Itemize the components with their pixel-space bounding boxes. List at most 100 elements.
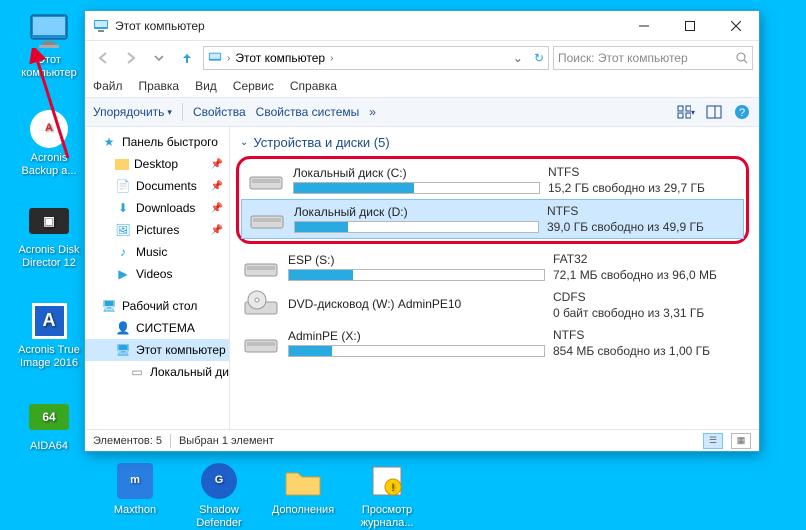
- toolbar: Упорядочить ▾ Свойства Свойства системы …: [85, 97, 759, 127]
- filesystem-label: NTFS: [553, 328, 743, 342]
- document-icon: 📄: [115, 178, 131, 194]
- system-properties-button[interactable]: Свойства системы: [256, 105, 360, 119]
- navigation-pane[interactable]: ★Панель быстрого Desktop📌 📄Documents📌 ⬇D…: [85, 127, 230, 429]
- view-tiles-button[interactable]: ▦: [731, 433, 751, 449]
- usage-bar: [288, 345, 545, 357]
- desktop-icon-acronis-disk[interactable]: ▣ Acronis Disk Director 12: [12, 200, 86, 270]
- filesystem-label: FAT32: [553, 252, 743, 266]
- address-bar: › Этот компьютер › ⌄ ↻ Поиск: Этот компь…: [85, 41, 759, 75]
- icon-label: Acronis True Image 2016: [12, 344, 86, 370]
- chevron-down-icon: ⌄: [240, 137, 248, 148]
- sidebar-music[interactable]: ♪Music: [85, 241, 229, 263]
- nav-forward-button[interactable]: [119, 46, 143, 70]
- acronis-true-icon: A: [28, 300, 70, 342]
- acronis-icon: A: [28, 108, 70, 150]
- drive-label: Локальный диск (C:): [293, 166, 540, 180]
- sidebar-this-pc[interactable]: 🖥Этот компьютер: [85, 339, 229, 361]
- refresh-icon[interactable]: ↻: [534, 51, 544, 65]
- drive-c[interactable]: Локальный диск (C:) NTFS 15,2 ГБ свободн…: [241, 161, 744, 199]
- drive-d[interactable]: Локальный диск (D:) NTFS 39,0 ГБ свободн…: [241, 199, 744, 239]
- computer-icon: [93, 18, 109, 34]
- taskbar-icon-maxthon[interactable]: m Maxthon: [98, 460, 172, 517]
- drive-label: AdminPE (X:): [288, 329, 545, 343]
- breadcrumb-bar[interactable]: › Этот компьютер › ⌄ ↻: [203, 46, 549, 70]
- computer-icon: [208, 51, 222, 65]
- desktop-icon-aida64[interactable]: 64 AIDA64: [12, 396, 86, 453]
- star-icon: ★: [101, 134, 117, 150]
- drive-w[interactable]: DVD-дисковод (W:) AdminPE10 CDFS 0 байт …: [236, 286, 749, 324]
- folder-icon: [115, 159, 129, 170]
- sidebar-downloads[interactable]: ⬇Downloads📌: [85, 197, 229, 219]
- desktop-icon-this-pc[interactable]: Этот компьютер: [12, 10, 86, 80]
- sidebar-videos[interactable]: ▶Videos: [85, 263, 229, 285]
- dropdown-icon[interactable]: ⌄: [513, 51, 523, 65]
- dvd-icon: [242, 290, 280, 320]
- minimize-button[interactable]: [621, 11, 667, 41]
- sidebar-pictures[interactable]: 🖼Pictures📌: [85, 219, 229, 241]
- view-icons-button[interactable]: ▾: [677, 103, 695, 121]
- menu-view[interactable]: Вид: [195, 79, 217, 93]
- nav-up-button[interactable]: [175, 46, 199, 70]
- filesystem-label: NTFS: [548, 165, 738, 179]
- taskbar-icon-additions[interactable]: Дополнения: [266, 460, 340, 517]
- content-area[interactable]: ⌄ Устройства и диски (5) Локальный диск …: [230, 127, 759, 429]
- icon-label: Shadow Defender: [182, 504, 256, 530]
- icon-label: AIDA64: [30, 440, 68, 453]
- sidebar-local-disk[interactable]: ▭Локальный ди: [85, 361, 229, 383]
- chevron-right-icon: ›: [227, 53, 230, 64]
- icon-label: Acronis Backup a...: [12, 152, 86, 178]
- desktop-icon-acronis-true[interactable]: A Acronis True Image 2016: [12, 300, 86, 370]
- sidebar-user[interactable]: 👤СИСТЕМА: [85, 317, 229, 339]
- aida64-icon: 64: [28, 396, 70, 438]
- free-space-label: 0 байт свободно из 3,31 ГБ: [553, 306, 743, 320]
- explorer-window: Этот компьютер › Этот компьютер › ⌄ ↻ По…: [84, 10, 760, 452]
- monitor-icon: 🖥: [101, 298, 117, 314]
- menu-service[interactable]: Сервис: [233, 79, 274, 93]
- nav-back-button[interactable]: [91, 46, 115, 70]
- pin-icon: 📌: [211, 159, 223, 170]
- free-space-label: 15,2 ГБ свободно из 29,7 ГБ: [548, 181, 738, 195]
- usage-bar: [288, 269, 545, 281]
- sidebar-desktop-root[interactable]: 🖥Рабочий стол: [85, 295, 229, 317]
- music-icon: ♪: [115, 244, 131, 260]
- organize-button[interactable]: Упорядочить ▾: [93, 105, 172, 119]
- sidebar-documents[interactable]: 📄Documents📌: [85, 175, 229, 197]
- drive-s[interactable]: ESP (S:) FAT32 72,1 МБ свободно из 96,0 …: [236, 248, 749, 286]
- free-space-label: 854 МБ свободно из 1,00 ГБ: [553, 344, 743, 358]
- taskbar-icon-event-viewer[interactable]: ! Просмотр журнала...: [350, 460, 424, 530]
- maximize-button[interactable]: [667, 11, 713, 41]
- nav-history-button[interactable]: [147, 46, 171, 70]
- sidebar-quick-access[interactable]: ★Панель быстрого: [85, 131, 229, 153]
- breadcrumb-item[interactable]: Этот компьютер: [235, 51, 325, 65]
- journal-icon: !: [366, 460, 408, 502]
- hdd-icon: [242, 328, 280, 358]
- window-title: Этот компьютер: [115, 19, 205, 33]
- properties-button[interactable]: Свойства: [193, 105, 246, 119]
- search-input[interactable]: Поиск: Этот компьютер: [553, 46, 753, 70]
- status-selection: Выбран 1 элемент: [179, 435, 274, 447]
- drive-x[interactable]: AdminPE (X:) NTFS 854 МБ свободно из 1,0…: [236, 324, 749, 362]
- menu-file[interactable]: Файл: [93, 79, 123, 93]
- menu-edit[interactable]: Правка: [139, 79, 180, 93]
- preview-pane-button[interactable]: [705, 103, 723, 121]
- menu-help[interactable]: Справка: [290, 79, 337, 93]
- desktop-icon-acronis-backup[interactable]: A Acronis Backup a...: [12, 108, 86, 178]
- annotation-highlight: Локальный диск (C:) NTFS 15,2 ГБ свободн…: [236, 156, 749, 244]
- view-details-button[interactable]: ☰: [703, 433, 723, 449]
- download-icon: ⬇: [115, 200, 131, 216]
- icon-label: Просмотр журнала...: [350, 504, 424, 530]
- maxthon-icon: m: [114, 460, 156, 502]
- svg-text:!: !: [391, 482, 394, 494]
- pin-icon: 📌: [211, 225, 223, 236]
- help-button[interactable]: ?: [733, 103, 751, 121]
- pictures-icon: 🖼: [115, 222, 131, 238]
- disk-icon: ▣: [28, 200, 70, 242]
- shield-icon: G: [198, 460, 240, 502]
- free-space-label: 72,1 МБ свободно из 96,0 МБ: [553, 268, 743, 282]
- group-header[interactable]: ⌄ Устройства и диски (5): [240, 135, 749, 150]
- sidebar-desktop[interactable]: Desktop📌: [85, 153, 229, 175]
- titlebar[interactable]: Этот компьютер: [85, 11, 759, 41]
- filesystem-label: NTFS: [547, 204, 737, 218]
- close-button[interactable]: [713, 11, 759, 41]
- taskbar-icon-shadow-defender[interactable]: G Shadow Defender: [182, 460, 256, 530]
